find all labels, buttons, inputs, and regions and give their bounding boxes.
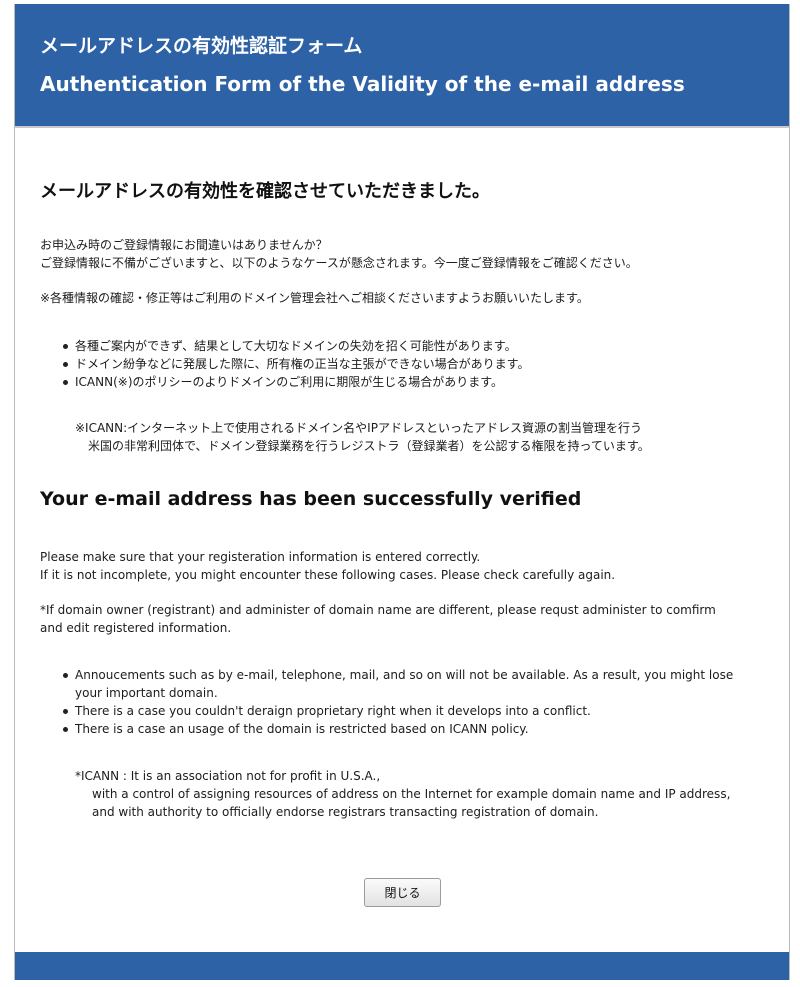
list-item: There is a case you couldn't deraign pro… xyxy=(63,702,763,720)
footnote-english-line: *ICANN : It is an association not for pr… xyxy=(75,769,381,783)
notice-japanese: ※各種情報の確認・修正等はご利用のドメイン管理会社へご相談くださいますようお願い… xyxy=(40,289,589,307)
footer-bar xyxy=(15,952,789,980)
intro-japanese: お申込み時のご登録情報にお間違いはありませんか？ ご登録情報に不備がございますと… xyxy=(40,236,638,272)
intro-english: Please make sure that your registeration… xyxy=(40,548,615,584)
list-item: ドメイン紛争などに発展した際に、所有権の正当な主張ができない場合があります。 xyxy=(63,355,529,373)
bullet-list-japanese: 各種ご案内ができず、結果として大切なドメインの失効を招く可能性があります。 ドメ… xyxy=(63,337,529,391)
footnote-japanese: ※ICANN:インターネット上で使用されるドメイン名やIPアドレスといったアドレ… xyxy=(75,419,650,455)
list-item: ICANN(※)のポリシーのよりドメインのご利用に期限が生じる場合があります。 xyxy=(63,373,529,391)
notice-japanese-text: ※各種情報の確認・修正等はご利用のドメイン管理会社へご相談くださいますようお願い… xyxy=(40,291,589,305)
header-banner: メールアドレスの有効性認証フォーム Authentication Form of… xyxy=(15,4,789,128)
list-item: 各種ご案内ができず、結果として大切なドメインの失効を招く可能性があります。 xyxy=(63,337,529,355)
intro-japanese-line: お申込み時のご登録情報にお間違いはありませんか？ xyxy=(40,238,328,252)
footnote-english-line: and with authority to officially endorse… xyxy=(92,805,599,819)
intro-japanese-line: ご登録情報に不備がございますと、以下のようなケースが懸念されます。今一度ご登録情… xyxy=(40,256,638,270)
intro-english-line: If it is not incomplete, you might encou… xyxy=(40,568,616,582)
list-item: There is a case an usage of the domain i… xyxy=(63,720,763,738)
footnote-english: *ICANN : It is an association not for pr… xyxy=(75,767,730,821)
page-frame: メールアドレスの有効性認証フォーム Authentication Form of… xyxy=(14,4,790,980)
close-button[interactable]: 閉じる xyxy=(364,878,441,907)
list-item: Annoucements such as by e-mail, telephon… xyxy=(63,666,763,702)
notice-english-text: *If domain owner (registrant) and admini… xyxy=(40,603,716,635)
heading-japanese: メールアドレスの有効性を確認させていただきました。 xyxy=(40,181,490,202)
footnote-japanese-line: 米国の非常利団体で、ドメイン登録業務を行うレジストラ（登録業者）を公認する権限を… xyxy=(88,439,650,453)
header-title-english: Authentication Form of the Validity of t… xyxy=(40,72,685,96)
footnote-english-line: with a control of assigning resources of… xyxy=(92,787,731,801)
bullet-list-english: Annoucements such as by e-mail, telephon… xyxy=(63,666,763,738)
heading-english: Your e-mail address has been successfull… xyxy=(40,488,582,510)
intro-english-line: Please make sure that your registeration… xyxy=(40,550,481,564)
header-title-japanese: メールアドレスの有効性認証フォーム xyxy=(40,35,363,57)
notice-english: *If domain owner (registrant) and admini… xyxy=(40,601,740,637)
footnote-japanese-line: ※ICANN:インターネット上で使用されるドメイン名やIPアドレスといったアドレ… xyxy=(75,421,642,435)
